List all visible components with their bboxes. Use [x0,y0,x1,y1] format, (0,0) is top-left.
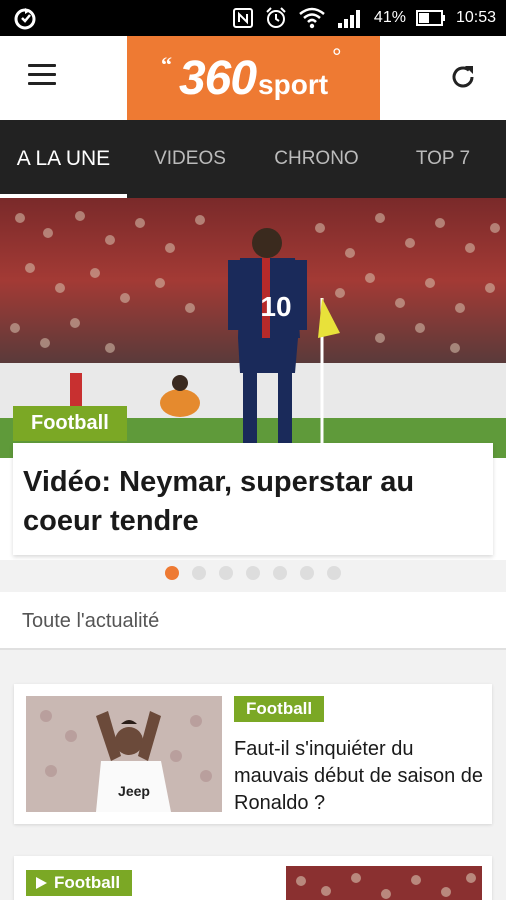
app-bar: “ 360 ° sport [0,36,506,120]
status-bar: 41% 10:53 [0,0,506,36]
signal-icon [337,10,360,28]
tab-a-la-une[interactable]: A LA UNE [0,120,127,198]
tab-videos[interactable]: VIDEOS [127,120,253,198]
tab-top-7[interactable]: TOP 7 [380,120,506,198]
article-thumbnail [286,866,482,900]
nfc-icon [232,8,253,28]
sync-icon [14,8,36,30]
article-card[interactable]: Football [14,856,492,900]
wifi-icon [299,7,325,29]
play-icon [36,877,47,889]
hero-title: Vidéo: Neymar, superstar au coeur tendre [23,466,415,537]
thumb-jersey-text: Jeep [118,783,150,799]
carousel-dot[interactable] [192,566,206,580]
menu-icon[interactable] [28,64,62,92]
refresh-icon[interactable] [448,62,478,92]
player-number: 10 [260,291,291,322]
carousel-dot[interactable] [165,566,179,580]
hero-carousel[interactable]: 10 Football Vidéo: Neymar, superstar au … [0,198,506,560]
carousel-dot[interactable] [327,566,341,580]
carousel-dot[interactable] [273,566,287,580]
hero-article-card[interactable]: Vidéo: Neymar, superstar au coeur tendre [13,443,493,555]
hero-category-tag: Football [13,406,127,441]
tab-bar: A LA UNE VIDEOS CHRONO TOP 7 [0,120,506,198]
logo-degree: ° [332,44,342,71]
carousel-dot[interactable] [246,566,260,580]
section-header: Toute l'actualité [0,592,506,650]
carousel-dot[interactable] [219,566,233,580]
logo-number: 360 [178,51,257,105]
article-title: Faut-il s'inquiéter du mauvais début de … [234,738,484,814]
battery-percent: 41% [373,9,406,26]
logo: “ 360 ° sport [127,36,380,120]
logo-sport: sport [258,69,329,100]
carousel-dots [0,566,506,580]
section-label: Toute l'actualité [22,610,160,632]
tab-chrono[interactable]: CHRONO [253,120,380,198]
logo-quote: “ [161,52,172,77]
article-thumbnail: Jeep [26,696,222,812]
article-category-tag: Football [234,696,325,722]
alarm-icon [266,7,286,28]
battery-icon [415,10,445,26]
article-card[interactable]: Jeep Football Faut-il s'inquiéter du mau… [14,684,492,824]
clock: 10:53 [455,9,496,26]
carousel-dot[interactable] [300,566,314,580]
